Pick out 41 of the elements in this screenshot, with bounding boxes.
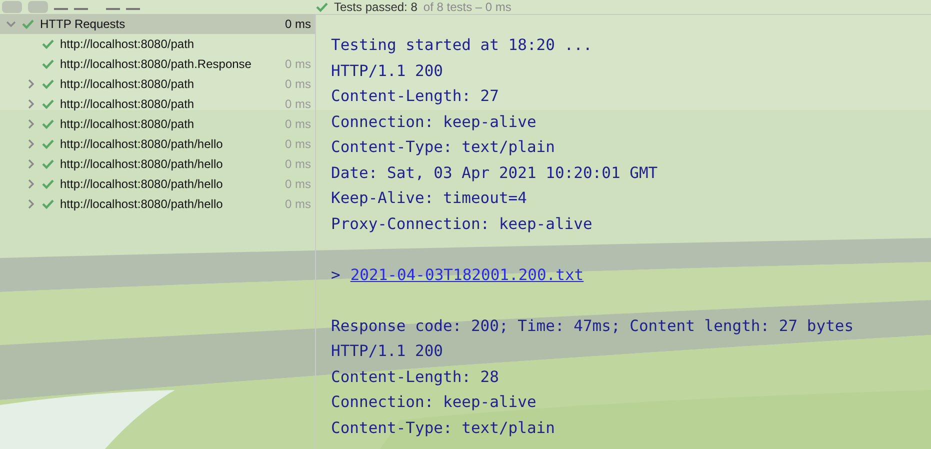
console-line: Testing started at 18:20 ... — [331, 35, 592, 56]
tree-item[interactable]: http://localhost:8080/path/hello 0 ms — [0, 134, 315, 154]
console-line: HTTP/1.1 200 — [331, 341, 443, 362]
console-line: Proxy-Connection: keep-alive — [331, 214, 592, 234]
console-line: Connection: keep-alive — [331, 392, 536, 413]
prompt-marker: > — [331, 264, 340, 286]
console-line: Keep-Alive: timeout=4 — [331, 188, 527, 209]
console-line: Response code: 200; Time: 47ms; Content length: 27 bytes — [331, 316, 854, 336]
tree-item[interactable]: http://localhost:8080/path 0 ms — [0, 74, 315, 94]
check-icon — [42, 179, 54, 189]
tree-item[interactable]: http://localhost:8080/path/hello 0 ms — [0, 194, 315, 214]
check-icon — [42, 139, 54, 149]
check-icon — [316, 2, 328, 12]
console-line: Content-Type: text/plain — [331, 418, 555, 438]
chevron-down-icon[interactable] — [6, 19, 16, 29]
check-icon — [42, 39, 54, 49]
console-line: HTTP/1.1 200 — [331, 60, 443, 82]
console-line: Content-Length: 27 — [331, 86, 499, 107]
toggle-button[interactable] — [2, 1, 22, 13]
check-icon — [22, 19, 34, 29]
tree-item[interactable]: HTTP Requests 0 ms — [0, 14, 315, 34]
status-detail: of 8 tests – 0 ms — [423, 1, 512, 13]
check-icon — [42, 99, 54, 109]
tree-item[interactable]: http://localhost:8080/path/hello 0 ms — [0, 174, 315, 194]
tree-item[interactable]: http://localhost:8080/path 0 ms — [0, 114, 315, 134]
status-text: Tests passed: 8 — [334, 1, 418, 13]
check-icon — [42, 79, 54, 89]
tree-item[interactable]: http://localhost:8080/path 0 ms — [0, 94, 315, 114]
check-icon — [42, 159, 54, 169]
console-line: Date: Sat, 03 Apr 2021 10:20:01 GMT — [331, 162, 658, 184]
tree-item[interactable]: http://localhost:8080/path — [0, 34, 315, 54]
tree-item[interactable]: http://localhost:8080/path.Response 0 ms — [0, 54, 315, 74]
console-line: Content-Type: text/plain — [331, 137, 555, 158]
toggle-button[interactable] — [28, 1, 48, 13]
console-line: Content-Length: 28 — [331, 366, 499, 388]
console-line: Connection: keep-alive — [331, 112, 536, 132]
file-link[interactable]: 2021-04-03T182001.200.txt — [350, 262, 584, 288]
tree-item[interactable]: http://localhost:8080/path/hello 0 ms — [0, 154, 315, 174]
check-icon — [42, 119, 54, 129]
check-icon — [42, 59, 54, 69]
check-icon — [42, 199, 54, 209]
